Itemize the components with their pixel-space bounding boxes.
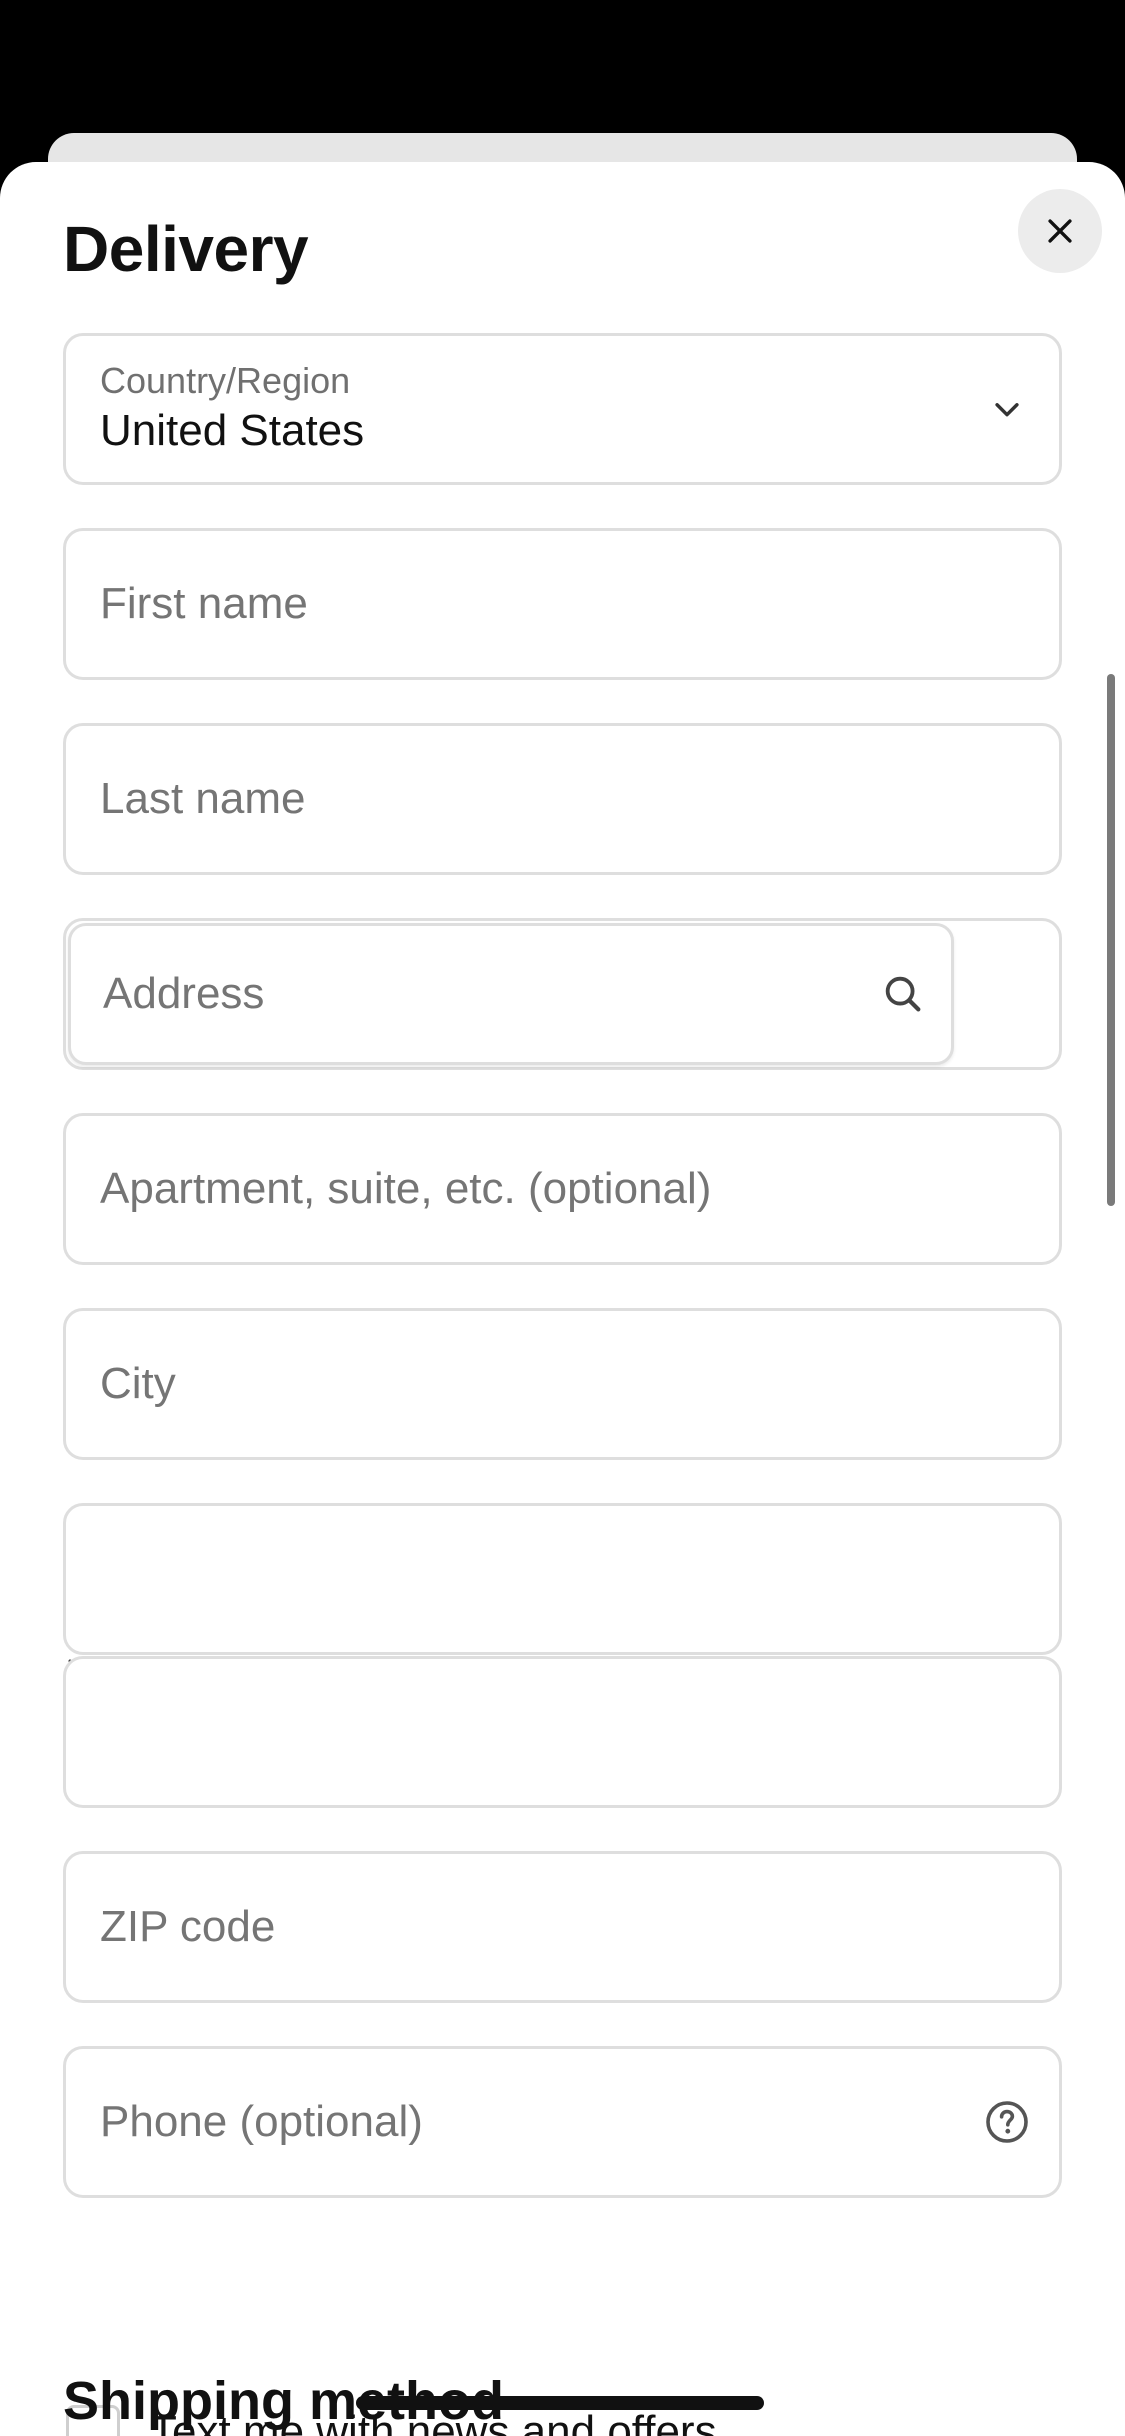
country-select[interactable]: Country/Region United States: [63, 333, 1062, 485]
last-name-field[interactable]: Last name: [63, 723, 1062, 875]
city-placeholder: City: [100, 1359, 176, 1408]
home-indicator[interactable]: [356, 2396, 764, 2410]
delivery-sheet: Delivery Country/Region United States Fi…: [0, 162, 1125, 2436]
first-name-placeholder: First name: [100, 579, 308, 628]
sheet-title: Delivery: [63, 213, 309, 285]
state-field[interactable]: [63, 1503, 1062, 1655]
close-button[interactable]: [1018, 189, 1102, 273]
country-value: United States: [100, 406, 365, 455]
scrollbar[interactable]: [1107, 674, 1115, 1206]
apartment-placeholder: Apartment, suite, etc. (optional): [100, 1164, 712, 1213]
state-select[interactable]: [63, 1656, 1062, 1808]
phone-field[interactable]: Phone (optional): [63, 2046, 1062, 2198]
address-field-container: Address: [63, 918, 1062, 1070]
chevron-down-icon: [983, 385, 1031, 433]
city-field[interactable]: City: [63, 1308, 1062, 1460]
zip-code-field[interactable]: ZIP code: [63, 1851, 1062, 2003]
country-label: Country/Region: [100, 360, 351, 401]
address-search-input[interactable]: Address: [68, 923, 954, 1065]
close-icon: [1048, 219, 1072, 243]
last-name-placeholder: Last name: [100, 774, 306, 823]
help-circle-icon[interactable]: [983, 2098, 1031, 2146]
address-placeholder: Address: [103, 969, 265, 1018]
zip-code-placeholder: ZIP code: [100, 1902, 276, 1951]
search-icon[interactable]: [879, 970, 927, 1018]
phone-placeholder: Phone (optional): [100, 2097, 423, 2146]
first-name-field[interactable]: First name: [63, 528, 1062, 680]
apartment-field[interactable]: Apartment, suite, etc. (optional): [63, 1113, 1062, 1265]
